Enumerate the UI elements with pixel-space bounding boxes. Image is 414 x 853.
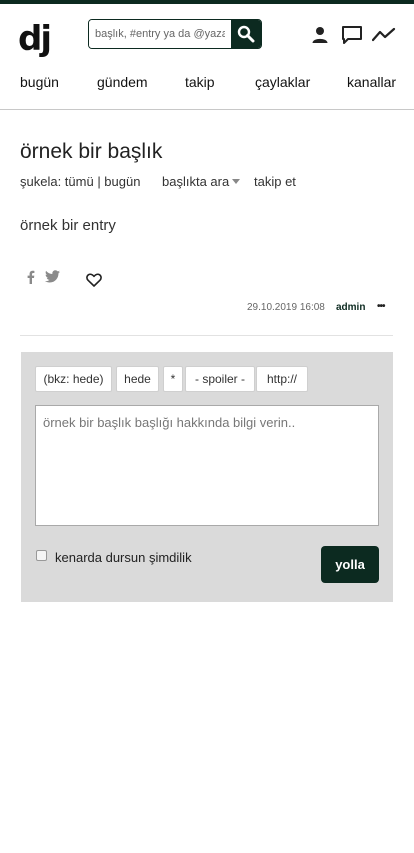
facebook-share-button[interactable] [27, 270, 35, 287]
user-icon [312, 27, 328, 43]
submit-button[interactable]: yolla [321, 546, 379, 583]
favorite-button[interactable] [86, 273, 102, 290]
nav-item-caylaklar[interactable]: çaylaklar [255, 74, 310, 90]
search-in-topic-label: başlıkta ara [162, 174, 230, 189]
topic-title[interactable]: örnek bir başlık [20, 140, 162, 164]
twitter-icon [45, 270, 60, 283]
bkz-button[interactable]: (bkz: hede) [35, 366, 112, 392]
search-icon [237, 25, 255, 43]
draft-label[interactable]: kenarda dursun şimdilik [55, 547, 195, 569]
entry-date[interactable]: 29.10.2019 16:08 [247, 302, 325, 313]
search-in-topic-dropdown[interactable]: başlıkta ara [162, 174, 241, 189]
logo[interactable]: dj [18, 22, 52, 56]
search-box [88, 19, 262, 49]
entry-textarea[interactable] [35, 405, 379, 526]
nav-item-gundem[interactable]: gündem [97, 74, 148, 90]
filter-selector[interactable]: şukela: tümü | bugün [20, 174, 140, 189]
entry-content: örnek bir entry [20, 217, 116, 234]
heart-icon [86, 273, 102, 287]
follow-topic-link[interactable]: takip et [254, 174, 296, 189]
activity-button[interactable] [371, 24, 397, 46]
user-button[interactable] [307, 24, 333, 46]
nav-item-takip[interactable]: takip [185, 74, 215, 90]
hede-button[interactable]: hede [116, 366, 159, 392]
divider [20, 335, 393, 336]
link-button[interactable]: http:// [256, 366, 308, 392]
activity-icon [372, 27, 396, 42]
facebook-icon [27, 270, 35, 284]
caret-down-icon [232, 179, 241, 185]
messages-icon [342, 26, 362, 44]
header: dj bugün gündem takip çaylaklar kanallar [0, 4, 414, 110]
more-options-button[interactable]: ••• [377, 301, 385, 312]
nav-item-kanallar[interactable]: kanallar [347, 74, 396, 90]
twitter-share-button[interactable] [45, 270, 60, 286]
search-button[interactable] [231, 20, 261, 48]
asterisk-button[interactable]: * [163, 366, 183, 392]
spoiler-button[interactable]: - spoiler - [185, 366, 255, 392]
search-input[interactable] [89, 20, 231, 48]
nav-item-bugun[interactable]: bugün [20, 74, 59, 90]
entry-editor: (bkz: hede) hede * - spoiler - http:// k… [21, 352, 393, 602]
draft-checkbox[interactable] [36, 550, 47, 561]
messages-button[interactable] [339, 24, 365, 46]
entry-author[interactable]: admin [336, 302, 365, 313]
